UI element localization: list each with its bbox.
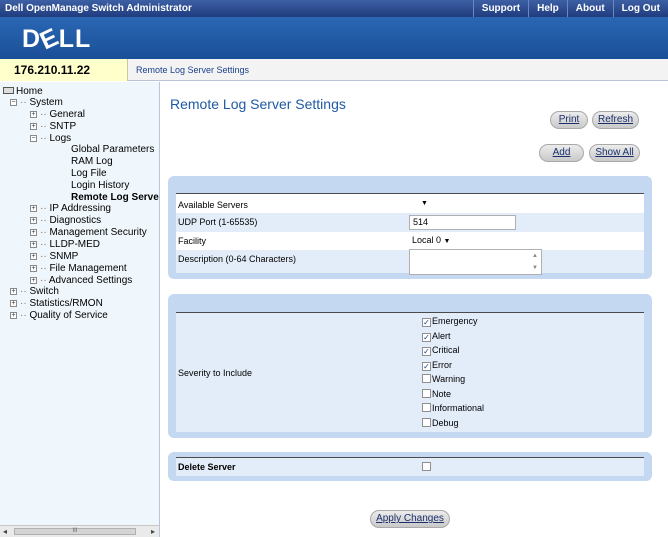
collapse-icon[interactable]: − xyxy=(30,135,37,142)
tree-item-global-parameters[interactable]: Global Parameters xyxy=(71,144,154,155)
severity-table: Severity to Include ✓ Emergency ✓ Alert ✓ C… xyxy=(176,312,644,432)
about-link[interactable]: About xyxy=(566,0,613,17)
tree-item-snmp[interactable]: + ·· SNMP xyxy=(30,251,78,262)
tree-item-ip-addressing[interactable]: + ·· IP Addressing xyxy=(30,203,111,214)
expand-icon[interactable]: + xyxy=(30,265,37,272)
expand-icon[interactable]: + xyxy=(10,300,17,307)
tree-item-advanced-settings[interactable]: + ·· Advanced Settings xyxy=(30,275,132,286)
delete-table: Delete Server xyxy=(176,457,644,476)
checkbox-unchecked-icon[interactable] xyxy=(422,374,431,383)
refresh-button[interactable]: Refresh xyxy=(592,111,639,129)
expand-icon[interactable]: + xyxy=(30,111,37,118)
udp-port-label: UDP Port (1-65535) xyxy=(178,217,258,227)
device-ip: 176.210.11.22 xyxy=(0,59,128,81)
tree-item-statistics-rmon[interactable]: + ·· Statistics/RMON xyxy=(10,298,103,309)
tree-item-file-management[interactable]: + ·· File Management xyxy=(30,263,127,274)
context-bar: 176.210.11.22 Remote Log Server Settings xyxy=(0,59,668,81)
severity-error[interactable]: ✓ Error xyxy=(422,360,452,371)
home-icon xyxy=(3,87,14,94)
severity-alert[interactable]: ✓ Alert xyxy=(422,331,451,342)
top-bar: Dell OpenManage Switch Administrator Sup… xyxy=(0,0,668,17)
available-servers-label: Available Servers xyxy=(178,200,248,210)
log-out-link[interactable]: Log Out xyxy=(612,0,668,17)
tree-horizontal-scrollbar[interactable]: ◂ III ▸ xyxy=(0,525,159,537)
delete-server-checkbox[interactable] xyxy=(422,462,431,471)
severity-informational[interactable]: Informational xyxy=(422,403,484,413)
tree-item-diagnostics[interactable]: + ·· Diagnostics xyxy=(30,215,101,226)
tree-item-lldp-med[interactable]: + ·· LLDP-MED xyxy=(30,239,100,250)
server-settings-table: Available Servers ▼ UDP Port (1-65535) 5… xyxy=(176,193,644,275)
checkbox-checked-icon[interactable]: ✓ xyxy=(422,347,431,356)
checkbox-checked-icon[interactable]: ✓ xyxy=(422,362,431,371)
severity-panel: Severity to Include ✓ Emergency ✓ Alert ✓ C… xyxy=(168,294,652,438)
dropdown-arrow-icon[interactable]: ▼ xyxy=(421,200,428,207)
top-links: Support Help About Log Out xyxy=(472,0,668,17)
breadcrumb: Remote Log Server Settings xyxy=(136,65,250,75)
available-servers-row: Available Servers ▼ xyxy=(176,195,644,213)
checkbox-checked-icon[interactable]: ✓ xyxy=(422,333,431,342)
tree-item-management-security[interactable]: + ·· Management Security xyxy=(30,227,147,238)
expand-icon[interactable]: + xyxy=(30,277,37,284)
expand-icon[interactable]: + xyxy=(30,229,37,236)
scroll-left-icon[interactable]: ◂ xyxy=(3,527,7,536)
facility-row: Facility Local 0 ▼ xyxy=(176,232,644,250)
checkbox-unchecked-icon[interactable] xyxy=(422,389,431,398)
scroll-right-icon[interactable]: ▸ xyxy=(151,527,155,536)
dropdown-arrow-icon: ▼ xyxy=(443,238,451,245)
tree-item-log-file[interactable]: Log File xyxy=(71,168,107,179)
page-title: Remote Log Server Settings xyxy=(170,96,346,112)
checkbox-unchecked-icon[interactable] xyxy=(422,403,431,412)
description-textarea[interactable] xyxy=(409,249,542,275)
header-banner: DELL xyxy=(0,17,668,59)
severity-label: Severity to Include xyxy=(178,368,253,378)
collapse-icon[interactable]: − xyxy=(10,99,17,106)
support-link[interactable]: Support xyxy=(472,0,528,17)
checkbox-unchecked-icon[interactable] xyxy=(422,418,431,427)
tree-item-home[interactable]: Home xyxy=(3,86,43,97)
facility-label: Facility xyxy=(178,236,207,246)
tree-item-switch[interactable]: + ·· Switch xyxy=(10,286,59,297)
delete-server-row: Delete Server xyxy=(176,458,644,476)
expand-icon[interactable]: + xyxy=(30,217,37,224)
tree-item-sntp[interactable]: + ·· SNTP xyxy=(30,121,76,132)
udp-port-input[interactable]: 514 xyxy=(409,215,516,230)
tree-item-login-history[interactable]: Login History xyxy=(71,180,129,191)
facility-select[interactable]: Local 0 ▼ xyxy=(409,234,461,248)
severity-critical[interactable]: ✓ Critical xyxy=(422,345,460,356)
expand-icon[interactable]: + xyxy=(30,123,37,130)
print-button[interactable]: Print xyxy=(550,111,588,129)
tree-item-system[interactable]: − ·· System xyxy=(10,97,63,108)
severity-row: Severity to Include ✓ Emergency ✓ Alert ✓ C… xyxy=(176,313,644,432)
delete-server-label: Delete Server xyxy=(178,462,236,472)
tree-item-general[interactable]: + ·· General xyxy=(30,109,85,120)
expand-icon[interactable]: + xyxy=(30,241,37,248)
scrollbar-thumb[interactable]: III xyxy=(14,528,136,535)
server-settings-panel: Available Servers ▼ UDP Port (1-65535) 5… xyxy=(168,176,652,279)
textarea-scroll-icon[interactable]: ▲ ▼ xyxy=(532,250,538,274)
tree-item-ram-log[interactable]: RAM Log xyxy=(71,156,113,167)
show-all-button[interactable]: Show All xyxy=(589,144,640,162)
expand-icon[interactable]: + xyxy=(10,312,17,319)
expand-icon[interactable]: + xyxy=(10,288,17,295)
help-link[interactable]: Help xyxy=(528,0,567,17)
checkbox-checked-icon[interactable]: ✓ xyxy=(422,318,431,327)
navigation-tree: Home − ·· System + ·· General + ·· SNTP − ··… xyxy=(0,82,160,537)
tree-item-quality-of-service[interactable]: + ·· Quality of Service xyxy=(10,310,108,321)
dell-logo: DELL xyxy=(22,22,92,56)
udp-port-row: UDP Port (1-65535) 514 xyxy=(176,213,644,232)
tree-item-remote-log-server[interactable]: Remote Log Serve xyxy=(71,192,159,203)
tree-item-logs[interactable]: − ·· Logs xyxy=(30,133,71,144)
expand-icon[interactable]: + xyxy=(30,205,37,212)
app-title: Dell OpenManage Switch Administrator xyxy=(5,3,192,14)
description-label: Description (0-64 Characters) xyxy=(178,254,297,264)
severity-note[interactable]: Note xyxy=(422,389,451,399)
severity-emergency[interactable]: ✓ Emergency xyxy=(422,316,478,327)
delete-panel: Delete Server xyxy=(168,452,652,481)
severity-debug[interactable]: Debug xyxy=(422,418,459,428)
severity-warning[interactable]: Warning xyxy=(422,374,465,384)
add-button[interactable]: Add xyxy=(539,144,584,162)
description-row: Description (0-64 Characters) ▲ ▼ xyxy=(176,249,644,275)
expand-icon[interactable]: + xyxy=(30,253,37,260)
apply-changes-button[interactable]: Apply Changes xyxy=(370,510,450,528)
